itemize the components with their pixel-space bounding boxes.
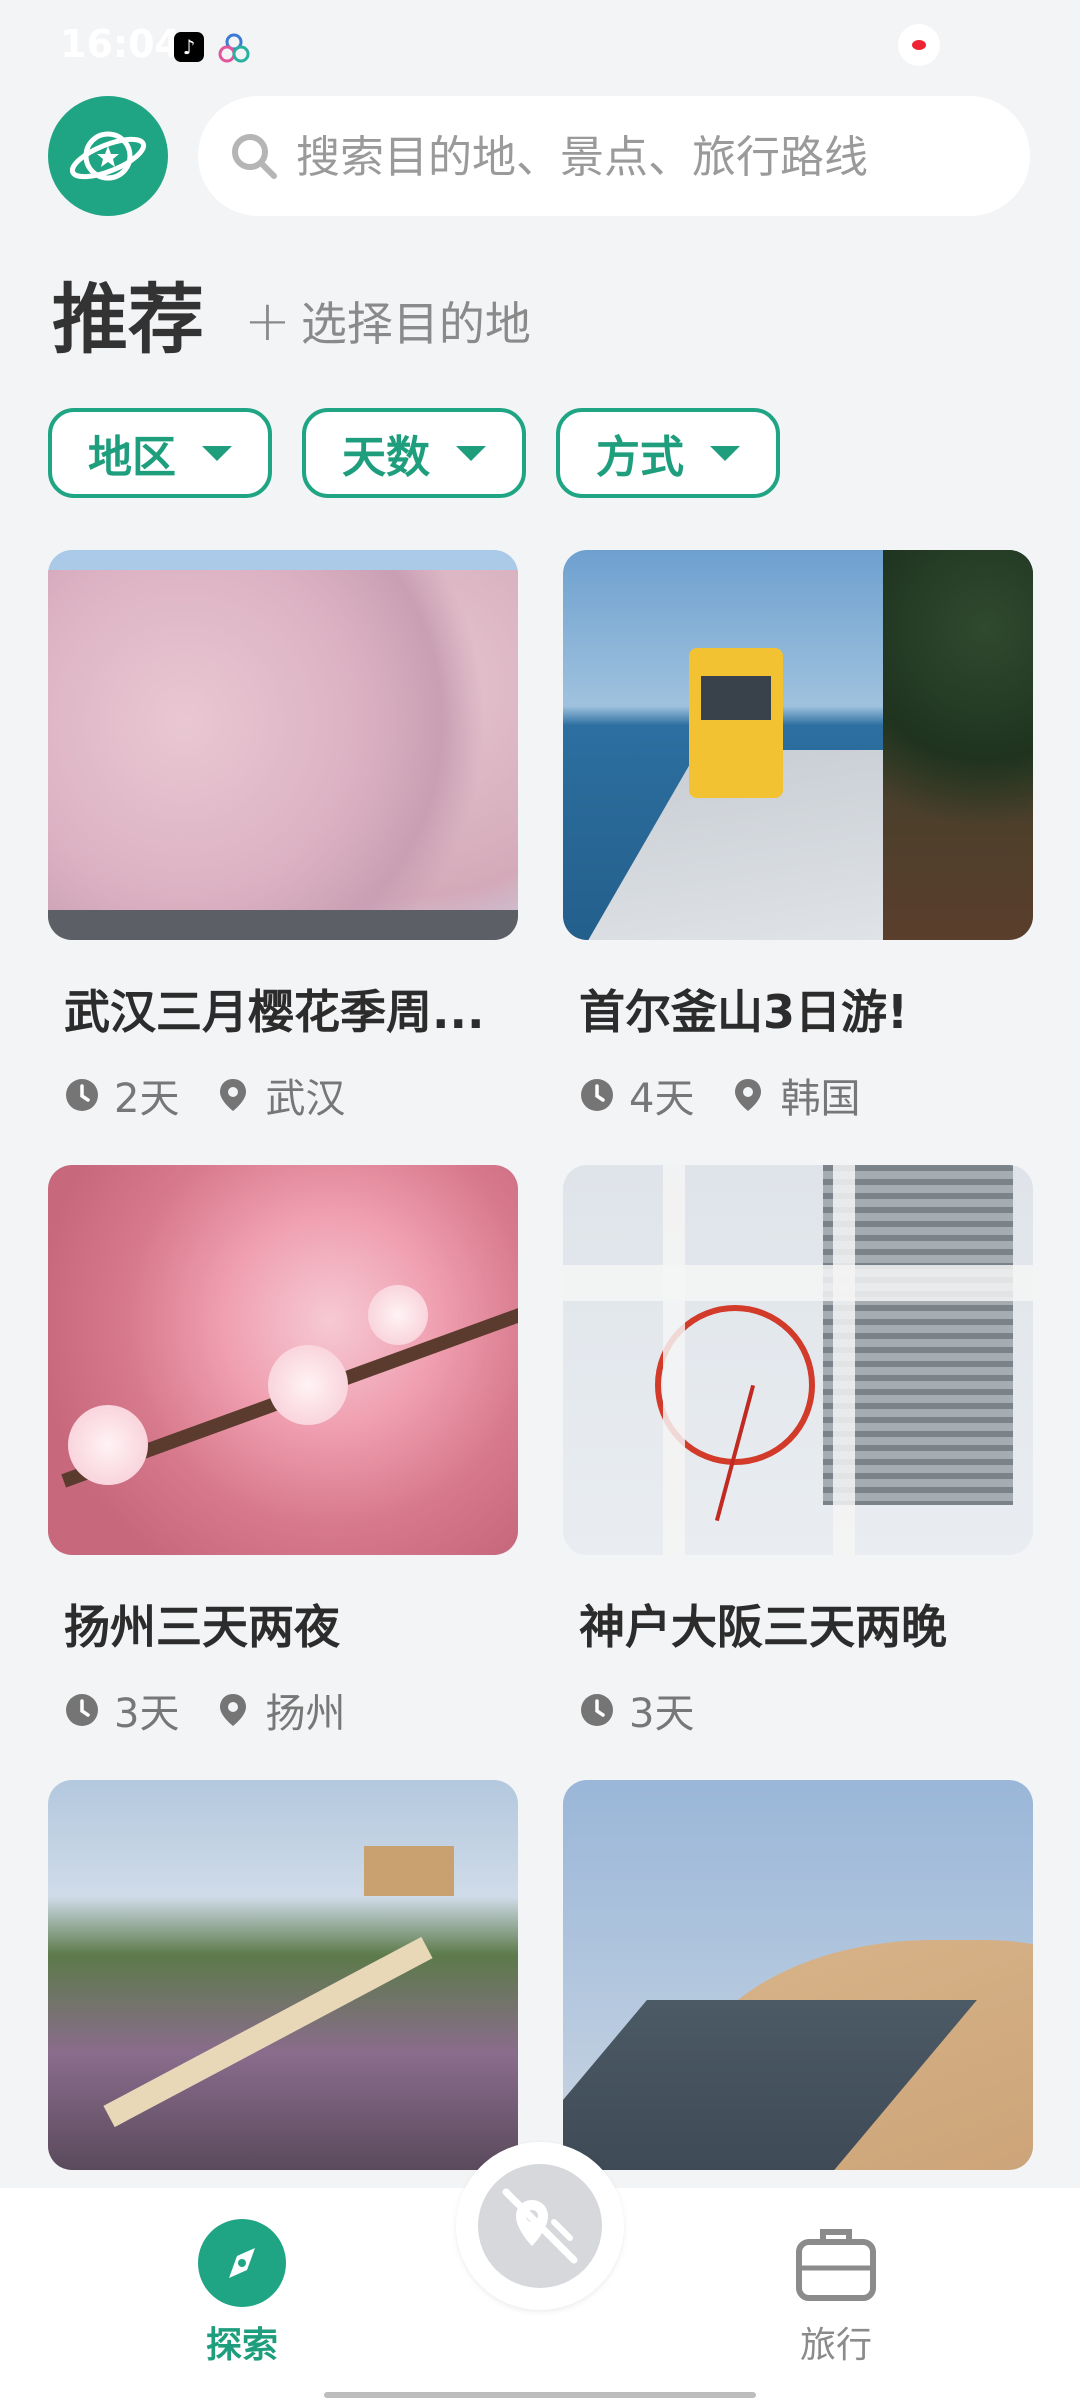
route-location: 韩国 [780, 1076, 861, 1122]
route-meta: 4天 韩国 [563, 1066, 1033, 1124]
status-time: 16:04 [60, 22, 181, 66]
route-image [48, 1165, 518, 1555]
notification-dot-icon [898, 24, 940, 66]
search-input[interactable] [294, 96, 998, 218]
route-image [48, 550, 518, 940]
route-card[interactable]: 神户大阪三天两晚 3天 [563, 1165, 1033, 1739]
route-image [563, 1165, 1033, 1555]
route-location: 扬州 [265, 1691, 346, 1737]
route-image [48, 1780, 518, 2170]
route-card[interactable]: 首尔釜山3日游! 4天 韩国 [563, 550, 1033, 1124]
route-title: 武汉三月樱花季周... [64, 985, 485, 1039]
route-title: 神户大阪三天两晚 [579, 1600, 947, 1654]
map-button[interactable] [456, 2142, 624, 2310]
map-button-inner [478, 2164, 602, 2288]
clock-icon [581, 1694, 613, 1726]
page-title: 推荐 [52, 275, 204, 364]
route-image [563, 1780, 1033, 2170]
status-bar: 16:04 ♪ [0, 0, 1080, 90]
route-meta: 3天 [563, 1681, 1033, 1739]
plus-icon: + [244, 288, 291, 354]
route-days: 4天 [629, 1076, 695, 1122]
home-indicator[interactable] [324, 2392, 756, 2398]
route-days: 3天 [629, 1691, 695, 1737]
caret-down-icon [456, 445, 486, 461]
filter-region[interactable]: 地区 [48, 408, 272, 498]
tiktok-notification-icon: ♪ [174, 32, 204, 62]
route-days: 2天 [114, 1076, 180, 1122]
route-days: 3天 [114, 1691, 180, 1737]
route-title: 扬州三天两夜 [64, 1600, 340, 1654]
choose-destination-label: 选择目的地 [300, 297, 531, 351]
filter-days[interactable]: 天数 [302, 408, 526, 498]
map-off-icon [502, 2188, 578, 2264]
route-meta: 2天 武汉 [48, 1066, 518, 1124]
choose-destination-button[interactable]: + 选择目的地 [244, 288, 531, 354]
tab-trip[interactable]: 旅行 [766, 2218, 906, 2368]
route-card[interactable]: 扬州三天两夜 3天 扬州 [48, 1165, 518, 1739]
filter-bar: 地区 天数 方式 [48, 408, 780, 504]
planet-logo-icon [69, 131, 147, 181]
search-bar[interactable] [198, 96, 1030, 218]
filter-label: 地区 [88, 432, 176, 483]
location-pin-icon [220, 1079, 247, 1111]
route-location: 武汉 [265, 1076, 346, 1122]
filter-label: 方式 [596, 432, 684, 483]
app-notification-icon [218, 33, 250, 63]
route-card[interactable]: 武汉三月樱花季周... 2天 武汉 [48, 550, 518, 1124]
route-card[interactable] [563, 1780, 1033, 2170]
clock-icon [581, 1079, 613, 1111]
search-icon [232, 134, 277, 179]
filter-label: 天数 [342, 432, 430, 483]
route-meta: 3天 扬州 [48, 1681, 518, 1739]
suitcase-icon [796, 2229, 876, 2301]
caret-down-icon [710, 445, 740, 461]
route-card[interactable] [48, 1780, 518, 2170]
filter-method[interactable]: 方式 [556, 408, 780, 498]
tab-explore[interactable]: 探索 [172, 2218, 312, 2368]
location-pin-icon [220, 1694, 247, 1726]
tab-explore-label: 探索 [205, 2325, 278, 2366]
clock-icon [66, 1694, 98, 1726]
route-title: 首尔釜山3日游! [579, 985, 908, 1039]
clock-icon [66, 1079, 98, 1111]
compass-icon [198, 2219, 286, 2307]
caret-down-icon [202, 445, 232, 461]
tab-trip-label: 旅行 [799, 2325, 872, 2366]
app-logo[interactable] [48, 96, 168, 216]
route-image [563, 550, 1033, 940]
location-pin-icon [735, 1079, 762, 1111]
